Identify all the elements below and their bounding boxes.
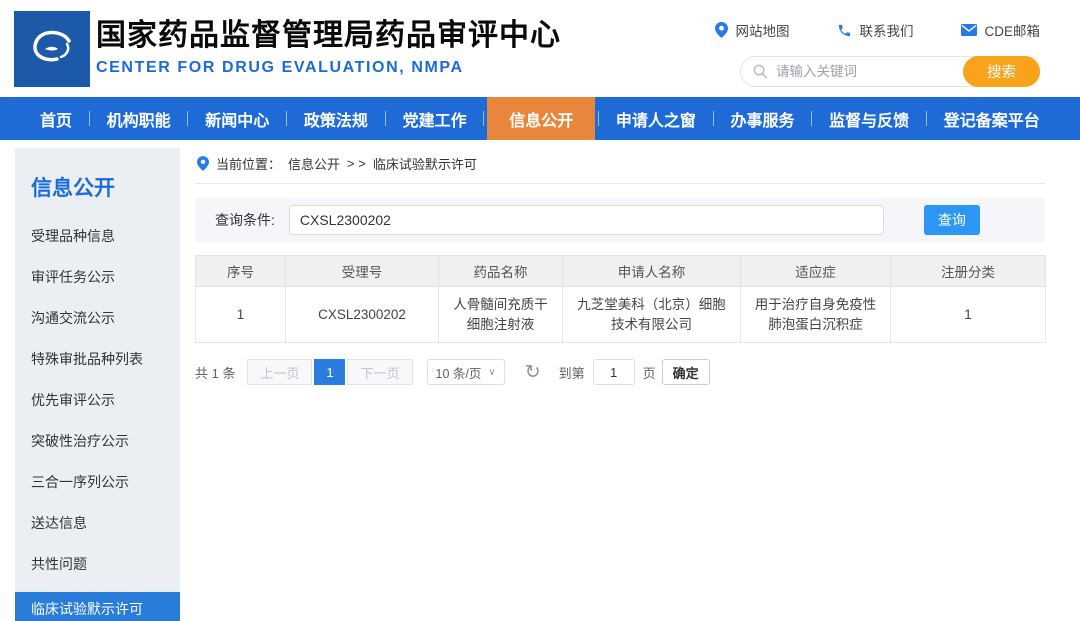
- goto-page-input[interactable]: [593, 359, 635, 385]
- nav-separator: [385, 111, 386, 126]
- pagination-total: 共 1 条: [195, 363, 235, 382]
- envelope-icon: [961, 24, 977, 36]
- prev-page-button[interactable]: 上一页: [247, 359, 312, 385]
- sitemap-link[interactable]: 网站地图: [715, 20, 789, 40]
- nav-separator: [713, 111, 714, 126]
- header-search-button[interactable]: 搜索: [963, 56, 1040, 87]
- contact-us-label: 联系我们: [859, 20, 913, 40]
- refresh-icon[interactable]: ↻: [525, 363, 541, 382]
- cell-index: 1: [196, 287, 286, 343]
- column-header-applicant-name: 申请人名称: [563, 256, 741, 287]
- sitemap-label: 网站地图: [735, 20, 789, 40]
- goto-page-prefix: 到第: [559, 363, 585, 382]
- page-size-value: 10 条/页: [436, 363, 482, 382]
- table-header-row: 序号 受理号 药品名称 申请人名称 适应症 注册分类: [196, 256, 1046, 287]
- cell-acceptance-number: CXSL2300202: [286, 287, 439, 343]
- nav-item-policies[interactable]: 政策法规: [290, 97, 382, 140]
- contact-us-link[interactable]: 联系我们: [837, 20, 913, 40]
- nav-separator: [483, 111, 484, 126]
- nav-item-services[interactable]: 办事服务: [716, 97, 808, 140]
- nav-item-applicant-window[interactable]: 申请人之窗: [602, 97, 710, 140]
- header-quick-links: 网站地图 联系我们 CDE邮箱: [715, 20, 1040, 40]
- sidebar-item-delivery-info[interactable]: 送达信息: [15, 503, 180, 544]
- query-label: 查询条件:: [215, 210, 275, 230]
- nav-item-supervision-feedback[interactable]: 监督与反馈: [815, 97, 923, 140]
- breadcrumb: 当前位置： 信息公开 > > 临床试验默示许可: [195, 148, 1045, 184]
- goto-page-suffix: 页: [643, 363, 656, 382]
- search-icon: [753, 64, 768, 79]
- nav-item-registration-platform[interactable]: 登记备案平台: [930, 97, 1054, 140]
- sidebar-title: 信息公开: [15, 148, 180, 216]
- sidebar: 信息公开 受理品种信息 审评任务公示 沟通交流公示 特殊审批品种列表 优先审评公…: [15, 148, 180, 621]
- header-search-input[interactable]: [776, 64, 964, 79]
- sidebar-item-common-issues[interactable]: 共性问题: [15, 544, 180, 585]
- nav-separator: [598, 111, 599, 126]
- location-pin-icon: [197, 156, 209, 171]
- page-size-select[interactable]: 10 条/页 ∨: [427, 359, 505, 385]
- cell-applicant-name: 九芝堂美科（北京）细胞技术有限公司: [563, 287, 741, 343]
- sidebar-item-communication[interactable]: 沟通交流公示: [15, 298, 180, 339]
- breadcrumb-separator: > >: [347, 156, 366, 171]
- sidebar-item-review-tasks[interactable]: 审评任务公示: [15, 257, 180, 298]
- chevron-down-icon: ∨: [488, 367, 495, 378]
- cde-mail-label: CDE邮箱: [984, 20, 1040, 40]
- column-header-drug-name: 药品名称: [439, 256, 563, 287]
- column-header-indication: 适应症: [741, 256, 891, 287]
- swan-logo-icon: [23, 20, 81, 78]
- cde-mail-link[interactable]: CDE邮箱: [961, 20, 1040, 40]
- column-header-acceptance-number: 受理号: [286, 256, 439, 287]
- column-header-registration-class: 注册分类: [891, 256, 1046, 287]
- header-search-box: 搜索: [740, 56, 1040, 87]
- content-area: 信息公开 受理品种信息 审评任务公示 沟通交流公示 特殊审批品种列表 优先审评公…: [0, 140, 1080, 621]
- cell-drug-name: 人骨髓间充质干细胞注射液: [439, 287, 563, 343]
- site-title: 国家药品监督管理局药品审评中心: [96, 18, 561, 54]
- nav-item-party-building[interactable]: 党建工作: [389, 97, 481, 140]
- site-subtitle: CENTER FOR DRUG EVALUATION, NMPA: [96, 59, 561, 77]
- query-input[interactable]: [289, 205, 884, 235]
- page-number-1[interactable]: 1: [314, 359, 345, 385]
- sidebar-item-clinical-trial-implied-license[interactable]: 临床试验默示许可: [15, 592, 180, 621]
- next-page-button[interactable]: 下一页: [347, 359, 412, 385]
- nav-separator: [926, 111, 927, 126]
- cell-registration-class: 1: [891, 287, 1046, 343]
- cde-logo[interactable]: [14, 11, 90, 87]
- goto-confirm-button[interactable]: 确定: [662, 359, 710, 385]
- sidebar-item-accepted-varieties[interactable]: 受理品种信息: [15, 216, 180, 257]
- brand-block: 国家药品监督管理局药品审评中心 CENTER FOR DRUG EVALUATI…: [96, 18, 561, 77]
- nav-separator: [286, 111, 287, 126]
- column-header-index: 序号: [196, 256, 286, 287]
- query-bar: 查询条件: 查询: [195, 198, 1045, 242]
- nav-separator: [89, 111, 90, 126]
- breadcrumb-prefix: 当前位置：: [216, 154, 281, 173]
- sidebar-item-three-in-one[interactable]: 三合一序列公示: [15, 462, 180, 503]
- cell-indication: 用于治疗自身免疫性肺泡蛋白沉积症: [741, 287, 891, 343]
- query-button[interactable]: 查询: [924, 205, 980, 235]
- nav-item-info-disclosure[interactable]: 信息公开: [487, 97, 595, 140]
- nav-item-home[interactable]: 首页: [26, 97, 86, 140]
- pagination: 共 1 条 上一页 1 下一页 10 条/页 ∨ ↻ 到第 页 确定: [195, 359, 1045, 385]
- nav-item-organization[interactable]: 机构职能: [93, 97, 185, 140]
- sidebar-item-breakthrough-therapy[interactable]: 突破性治疗公示: [15, 421, 180, 462]
- breadcrumb-section[interactable]: 信息公开: [288, 154, 340, 173]
- nav-separator: [811, 111, 812, 126]
- main-nav: 首页 机构职能 新闻中心 政策法规 党建工作 信息公开 申请人之窗 办事服务 监…: [0, 97, 1080, 140]
- sidebar-item-special-approval-list[interactable]: 特殊审批品种列表: [15, 339, 180, 380]
- nav-separator: [187, 111, 188, 126]
- sidebar-item-priority-review[interactable]: 优先审评公示: [15, 380, 180, 421]
- nav-item-news[interactable]: 新闻中心: [191, 97, 283, 140]
- table-row: 1 CXSL2300202 人骨髓间充质干细胞注射液 九芝堂美科（北京）细胞技术…: [196, 287, 1046, 343]
- phone-icon: [837, 23, 852, 38]
- results-table: 序号 受理号 药品名称 申请人名称 适应症 注册分类 1 CXSL2300202…: [195, 255, 1046, 343]
- page: 国家药品监督管理局药品审评中心 CENTER FOR DRUG EVALUATI…: [0, 0, 1080, 621]
- breadcrumb-current: 临床试验默示许可: [373, 154, 477, 173]
- main-panel: 当前位置： 信息公开 > > 临床试验默示许可 查询条件: 查询 序号 受: [195, 148, 1045, 385]
- location-pin-icon: [715, 22, 728, 38]
- site-header: 国家药品监督管理局药品审评中心 CENTER FOR DRUG EVALUATI…: [0, 0, 1080, 97]
